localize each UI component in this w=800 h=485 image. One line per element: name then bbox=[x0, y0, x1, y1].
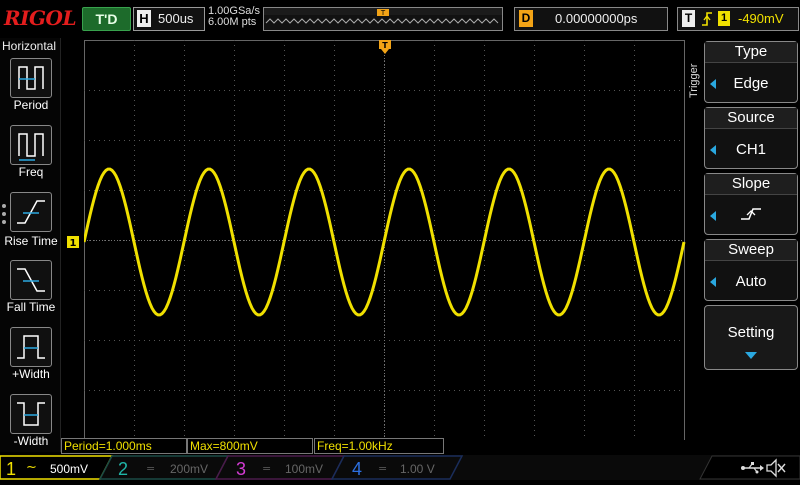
waveform-display[interactable]: T bbox=[84, 40, 686, 440]
timebase-value: 500us bbox=[158, 11, 194, 26]
rising-edge-icon bbox=[702, 12, 712, 26]
svg-text:T: T bbox=[380, 9, 386, 17]
trigger-level: -490mV bbox=[738, 11, 784, 26]
channel-tabs: 1 ~ 500mV 2 = 200mV 3 = 100mV 4 = 1.00 V bbox=[0, 455, 800, 480]
ac-coupling-icon: ~ bbox=[26, 460, 37, 475]
freq-button[interactable] bbox=[10, 125, 52, 165]
trigger-sweep-button[interactable]: Sweep Auto bbox=[704, 239, 798, 301]
measure-max[interactable]: Max=800mV bbox=[187, 438, 313, 454]
channel-2-number: 2 bbox=[118, 459, 128, 479]
trigger-label: T bbox=[682, 10, 695, 27]
timebase-indicator[interactable]: H 500us bbox=[133, 7, 205, 31]
channel-2-scale: 200mV bbox=[170, 462, 208, 476]
measure-freq[interactable]: Freq=1.00kHz bbox=[314, 438, 444, 454]
left-menu-title: Horizontal bbox=[2, 39, 57, 53]
memory-depth: 6.00M pts bbox=[208, 16, 257, 28]
rising-slope-icon bbox=[741, 208, 761, 220]
svg-text:1: 1 bbox=[70, 238, 77, 248]
trigger-source-button[interactable]: Source CH1 bbox=[704, 107, 798, 169]
fall-time-icon bbox=[17, 268, 45, 292]
negative-width-label: -Width bbox=[13, 434, 49, 448]
acquisition-info: 1.00GSa/s 6.00M pts bbox=[208, 6, 260, 28]
fall-time-button[interactable] bbox=[10, 260, 52, 300]
memory-waveform-icon: T bbox=[264, 8, 502, 24]
channel-3-scale: 100mV bbox=[285, 462, 323, 476]
dc-coupling-icon: = bbox=[378, 462, 387, 475]
dc-coupling-icon: = bbox=[262, 462, 271, 475]
dc-coupling-icon: = bbox=[146, 462, 155, 475]
channel-4-number: 4 bbox=[352, 459, 362, 479]
trigger-setting-title: Setting bbox=[727, 324, 775, 341]
channel-1-number: 1 bbox=[6, 459, 16, 479]
delay-value: 0.00000000ps bbox=[555, 11, 638, 26]
trigger-sweep-value: Auto bbox=[735, 273, 767, 290]
period-button[interactable] bbox=[10, 58, 52, 98]
svg-text:Trigger: Trigger bbox=[688, 63, 700, 98]
trigger-type-value: Edge bbox=[733, 75, 769, 92]
freq-icon bbox=[18, 133, 44, 161]
ch1-offset-marker[interactable]: 1 bbox=[67, 236, 83, 248]
page-indicator-dots bbox=[2, 204, 6, 224]
submenu-arrow-icon bbox=[745, 352, 757, 359]
trigger-indicator[interactable]: T 1 -490mV bbox=[677, 7, 799, 31]
left-arrow-icon bbox=[710, 211, 716, 221]
memory-position-bar[interactable]: T bbox=[263, 7, 503, 31]
svg-text:T: T bbox=[382, 41, 388, 50]
rise-time-icon bbox=[17, 200, 45, 224]
fall-time-label: Fall Time bbox=[6, 300, 56, 314]
trigger-setting-button[interactable]: Setting bbox=[704, 305, 798, 370]
trigger-menu-label: Trigger bbox=[688, 63, 700, 98]
channel-1-scale: 500mV bbox=[50, 462, 88, 476]
trigger-slope-title: Slope bbox=[705, 174, 797, 195]
channel-2-tab[interactable]: 2 = 200mV bbox=[98, 455, 230, 480]
trigger-slope-button[interactable]: Slope bbox=[704, 173, 798, 235]
trigger-type-title: Type bbox=[705, 42, 797, 63]
horizontal-label: H bbox=[137, 10, 151, 27]
brand-logo: RIGOL bbox=[4, 6, 77, 30]
delay-label: D bbox=[519, 10, 533, 27]
positive-width-icon bbox=[17, 335, 45, 359]
trigger-channel-badge: 1 bbox=[718, 11, 730, 26]
trigger-source-value: CH1 bbox=[735, 141, 766, 158]
channel-status-bar: 1 ~ 500mV 2 = 200mV 3 = 100mV 4 = 1.00 V bbox=[0, 455, 800, 480]
trigger-position-marker[interactable]: T bbox=[379, 40, 391, 54]
trigger-type-button[interactable]: Type Edge bbox=[704, 41, 798, 103]
period-icon bbox=[18, 66, 44, 90]
channel-3-number: 3 bbox=[236, 459, 246, 479]
channel-3-tab[interactable]: 3 = 100mV bbox=[214, 455, 346, 480]
trigger-sweep-title: Sweep bbox=[705, 240, 797, 261]
measure-period[interactable]: Period=1.000ms bbox=[61, 438, 187, 454]
positive-width-label: +Width bbox=[12, 367, 50, 381]
freq-label: Freq bbox=[18, 165, 44, 179]
channel-4-scale: 1.00 V bbox=[400, 462, 435, 476]
rise-time-button[interactable] bbox=[10, 192, 52, 232]
negative-width-icon bbox=[17, 402, 45, 426]
negative-width-button[interactable] bbox=[10, 394, 52, 434]
channel-4-tab[interactable]: 4 = 1.00 V bbox=[330, 455, 464, 480]
positive-width-button[interactable] bbox=[10, 327, 52, 367]
rise-time-label: Rise Time bbox=[4, 234, 58, 248]
period-label: Period bbox=[13, 98, 49, 112]
run-status-badge[interactable]: T'D bbox=[82, 7, 131, 31]
delay-indicator[interactable]: D 0.00000000ps bbox=[514, 7, 668, 31]
trigger-source-title: Source bbox=[705, 108, 797, 129]
channel-1-tab[interactable]: 1 ~ 500mV bbox=[0, 455, 114, 480]
